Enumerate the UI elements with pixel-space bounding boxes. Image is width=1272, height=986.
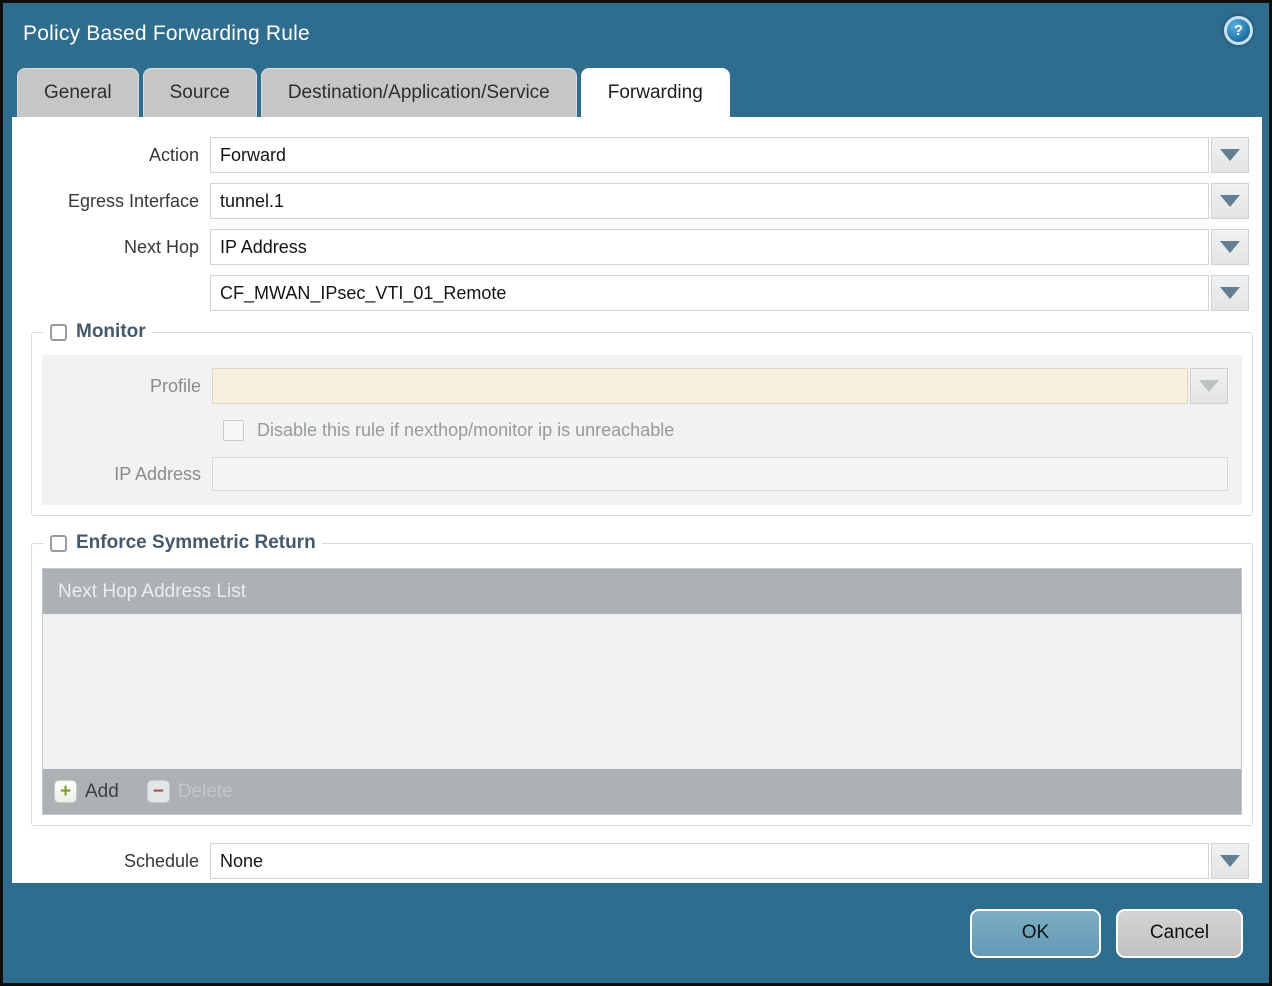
dialog-footer: OK Cancel <box>3 883 1269 983</box>
chevron-down-icon <box>1220 195 1240 207</box>
forwarding-tab-panel: Action Forward Egress Interface tunnel.1… <box>12 117 1262 883</box>
monitor-legend-label: Monitor <box>76 321 146 343</box>
next-hop-address-list-body[interactable] <box>43 614 1241 769</box>
symmetric-return-legend: Enforce Symmetric Return <box>44 532 322 554</box>
symmetric-return-checkbox[interactable] <box>50 535 67 552</box>
tab-forwarding[interactable]: Forwarding <box>581 68 730 117</box>
help-icon[interactable]: ? <box>1224 16 1253 45</box>
egress-interface-dropdown-button[interactable] <box>1211 183 1249 219</box>
schedule-dropdown-button[interactable] <box>1211 843 1249 879</box>
monitor-legend: Monitor <box>44 321 152 343</box>
profile-row: Profile <box>42 368 1228 404</box>
monitor-box: Profile Disable this rule if nexthop/mon… <box>42 355 1242 505</box>
next-hop-dropdown-button[interactable] <box>1211 229 1249 265</box>
monitor-ip-address-input <box>212 457 1228 491</box>
schedule-row: Schedule None <box>12 843 1262 879</box>
egress-interface-label: Egress Interface <box>12 191 210 212</box>
cancel-button[interactable]: Cancel <box>1116 909 1243 958</box>
next-hop-address-select[interactable]: CF_MWAN_IPsec_VTI_01_Remote <box>210 275 1209 311</box>
next-hop-type-select[interactable]: IP Address <box>210 229 1209 265</box>
chevron-down-icon <box>1220 149 1240 161</box>
profile-label: Profile <box>42 376 212 397</box>
plus-icon: + <box>54 780 77 803</box>
egress-interface-select[interactable]: tunnel.1 <box>210 183 1209 219</box>
dialog-title: Policy Based Forwarding Rule <box>23 22 310 46</box>
chevron-down-icon <box>1220 241 1240 253</box>
monitor-ip-address-label: IP Address <box>42 464 212 485</box>
add-button[interactable]: + Add <box>54 780 119 803</box>
monitor-section: Monitor Profile Disable this rule if nex… <box>31 321 1253 516</box>
profile-select <box>212 368 1188 404</box>
schedule-select[interactable]: None <box>210 843 1209 879</box>
egress-interface-row: Egress Interface tunnel.1 <box>12 183 1262 219</box>
next-hop-address-dropdown-button[interactable] <box>1211 275 1249 311</box>
delete-button-label: Delete <box>178 781 233 803</box>
chevron-down-icon <box>1199 380 1219 392</box>
minus-icon: − <box>147 780 170 803</box>
delete-button: − Delete <box>147 780 233 803</box>
chevron-down-icon <box>1220 287 1240 299</box>
next-hop-address-list-header: Next Hop Address List <box>43 569 1241 614</box>
disable-rule-checkbox <box>223 420 244 441</box>
monitor-ip-address-row: IP Address <box>42 457 1228 491</box>
tab-bar: General Source Destination/Application/S… <box>3 68 1269 117</box>
symmetric-return-legend-label: Enforce Symmetric Return <box>76 532 316 554</box>
action-dropdown-button[interactable] <box>1211 137 1249 173</box>
ok-button[interactable]: OK <box>970 909 1101 958</box>
next-hop-address-list-toolbar: + Add − Delete <box>43 769 1241 814</box>
action-select[interactable]: Forward <box>210 137 1209 173</box>
dialog-titlebar: Policy Based Forwarding Rule ? <box>3 3 1269 68</box>
next-hop-address-list-table: Next Hop Address List + Add − Delete <box>42 568 1242 815</box>
disable-rule-row: Disable this rule if nexthop/monitor ip … <box>223 420 1228 441</box>
add-button-label: Add <box>85 781 119 803</box>
action-label: Action <box>12 145 210 166</box>
symmetric-return-section: Enforce Symmetric Return Next Hop Addres… <box>31 532 1253 826</box>
next-hop-row: Next Hop IP Address <box>12 229 1262 265</box>
tab-source[interactable]: Source <box>143 68 257 117</box>
next-hop-address-row: CF_MWAN_IPsec_VTI_01_Remote <box>12 275 1262 311</box>
profile-dropdown-button <box>1190 368 1228 404</box>
disable-rule-label: Disable this rule if nexthop/monitor ip … <box>257 420 674 441</box>
tab-general[interactable]: General <box>17 68 139 117</box>
action-row: Action Forward <box>12 137 1262 173</box>
monitor-checkbox[interactable] <box>50 324 67 341</box>
chevron-down-icon <box>1220 855 1240 867</box>
schedule-label: Schedule <box>12 851 210 872</box>
next-hop-label: Next Hop <box>12 237 210 258</box>
tab-destination-application-service[interactable]: Destination/Application/Service <box>261 68 577 117</box>
